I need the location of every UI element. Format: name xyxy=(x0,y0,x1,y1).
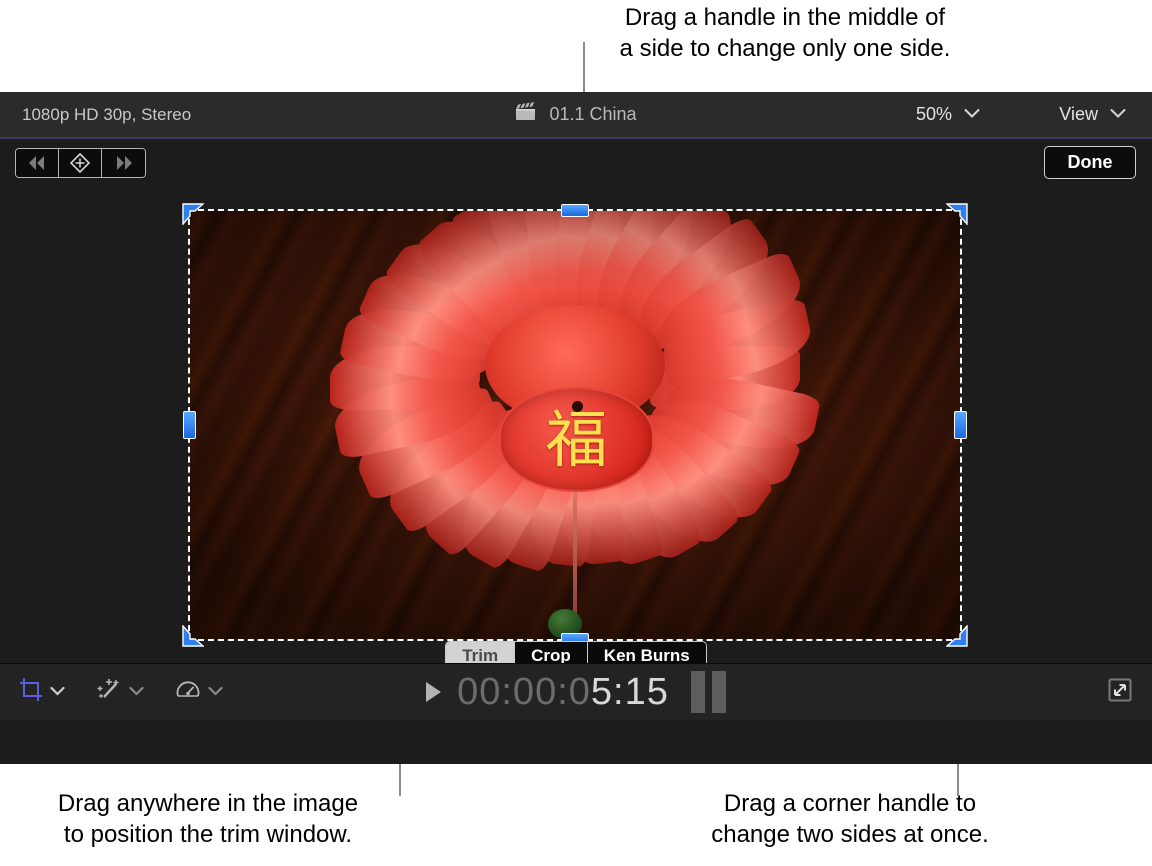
video-viewer-area[interactable]: 福 xyxy=(0,193,1152,663)
expand-fullscreen-icon xyxy=(1106,691,1134,708)
view-popup-button[interactable]: View xyxy=(1059,104,1126,125)
screenshot-root: Drag a handle in the middle of a side to… xyxy=(0,0,1152,866)
view-popup-label: View xyxy=(1059,104,1098,125)
play-triangle-icon[interactable] xyxy=(426,682,441,702)
expand-fullscreen-button[interactable] xyxy=(1106,676,1134,709)
done-button-label: Done xyxy=(1068,152,1113,173)
done-button[interactable]: Done xyxy=(1044,146,1136,179)
edit-navigation-segmented-control[interactable] xyxy=(15,148,146,178)
callout-bottom-right-text: Drag a corner handle to change two sides… xyxy=(630,788,1070,850)
viewer-title-bar: 1080p HD 30p, Stereo 01.1 China 50% xyxy=(0,92,1152,139)
zoom-level-popup[interactable]: 50% xyxy=(916,104,980,125)
frame-vignette xyxy=(190,211,960,639)
video-frame-image[interactable]: 福 xyxy=(190,211,960,639)
previous-edit-button[interactable] xyxy=(16,149,59,177)
chevron-down-icon xyxy=(1110,106,1126,124)
timecode-display: 00:00:05:15 xyxy=(457,671,669,714)
timecode-value: 5:15 xyxy=(591,671,669,713)
pause-bars-icon[interactable] xyxy=(691,671,726,713)
chevron-down-icon xyxy=(964,106,980,124)
clip-title-label: 01.1 China xyxy=(549,104,636,125)
center-crop-button[interactable] xyxy=(59,149,102,177)
playhead-timecode-group[interactable]: 00:00:05:15 xyxy=(0,671,1152,714)
callout-bottom-left-text: Drag anywhere in the image to position t… xyxy=(18,788,398,850)
viewer-bottom-toolbar: 00:00:05:15 xyxy=(0,663,1152,720)
clapperboard-icon xyxy=(515,102,537,127)
next-edit-button[interactable] xyxy=(102,149,145,177)
timecode-leading-zeros: 00:00:0 xyxy=(457,671,591,713)
zoom-level-value: 50% xyxy=(916,104,952,125)
viewer-window: 1080p HD 30p, Stereo 01.1 China 50% xyxy=(0,92,1152,764)
callout-top-text: Drag a handle in the middle of a side to… xyxy=(570,2,1000,64)
crop-subtoolbar: Done xyxy=(0,139,1152,193)
